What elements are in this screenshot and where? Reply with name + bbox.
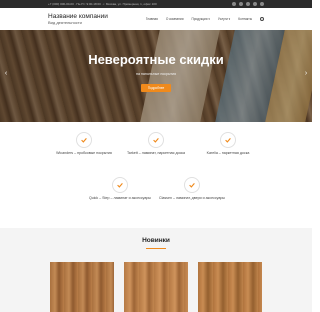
facebook-icon[interactable]: [232, 2, 236, 6]
search-icon[interactable]: [260, 17, 264, 21]
contact-info: +7 (000) 000-00-00 · Пн-Пт: 9:00-18:00 ·…: [48, 2, 157, 6]
feature-text: Wicanders – пробковые покрытия: [56, 151, 112, 155]
youtube-icon[interactable]: [260, 2, 264, 6]
check-icon: [220, 132, 236, 148]
feature-item[interactable]: Classen – ламинат, двери и аксессуары: [156, 177, 228, 201]
nav-item-contacts[interactable]: Контакты: [238, 17, 252, 21]
feature-item[interactable]: Tarkett – ламинат, паркетная доска: [120, 132, 192, 156]
vk-icon[interactable]: [246, 2, 250, 6]
nav-item-about[interactable]: О компании: [166, 17, 184, 21]
hero-slider: Невероятные скидки на напольные покрытия…: [0, 30, 312, 122]
main-nav: Главная О компании Продукция ▾ Услуги ▾ …: [146, 17, 264, 21]
hero-subtitle: на напольные покрытия: [135, 72, 177, 76]
product-card-image[interactable]: [124, 262, 188, 312]
title-underline: [146, 248, 166, 249]
company-activity: Вид деятельности: [48, 20, 82, 25]
twitter-icon[interactable]: [239, 2, 243, 6]
feature-item[interactable]: Wicanders – пробковые покрытия: [48, 132, 120, 156]
product-card-image[interactable]: [50, 262, 114, 312]
hero-overlay: [0, 30, 312, 122]
news-title: Новинки: [142, 237, 170, 244]
hero-more-button[interactable]: Подробнее: [141, 84, 171, 92]
feature-text: Classen – ламинат, двери и аксессуары: [158, 196, 225, 200]
check-icon: [148, 132, 164, 148]
social-links: [232, 2, 264, 6]
check-icon: [184, 177, 200, 193]
feature-item[interactable]: Karelia – паркетная доска: [192, 132, 264, 156]
nav-item-products[interactable]: Продукция ▾: [191, 17, 209, 21]
slider-prev-icon[interactable]: ‹: [2, 70, 10, 78]
slider-next-icon[interactable]: ›: [302, 70, 310, 78]
top-bar: +7 (000) 000-00-00 · Пн-Пт: 9:00-18:00 ·…: [0, 0, 312, 8]
feature-text: Quick – Step – ламинат и аксессуары: [88, 196, 152, 200]
nav-item-services[interactable]: Услуги ▾: [218, 17, 230, 21]
instagram-icon[interactable]: [253, 2, 257, 6]
check-icon: [112, 177, 128, 193]
company-name: Название компании: [48, 13, 108, 20]
feature-text: Karelia – паркетная доска: [206, 151, 250, 155]
feature-text: Tarkett – ламинат, паркетная доска: [126, 151, 186, 155]
feature-item[interactable]: Quick – Step – ламинат и аксессуары: [84, 177, 156, 201]
hero-title: Невероятные скидки: [88, 52, 224, 67]
site-header: Название компании Вид деятельности Главн…: [0, 8, 312, 30]
brand[interactable]: Название компании Вид деятельности: [48, 13, 146, 25]
product-card-image[interactable]: [198, 262, 262, 312]
nav-item-home[interactable]: Главная: [146, 17, 158, 21]
check-icon: [76, 132, 92, 148]
